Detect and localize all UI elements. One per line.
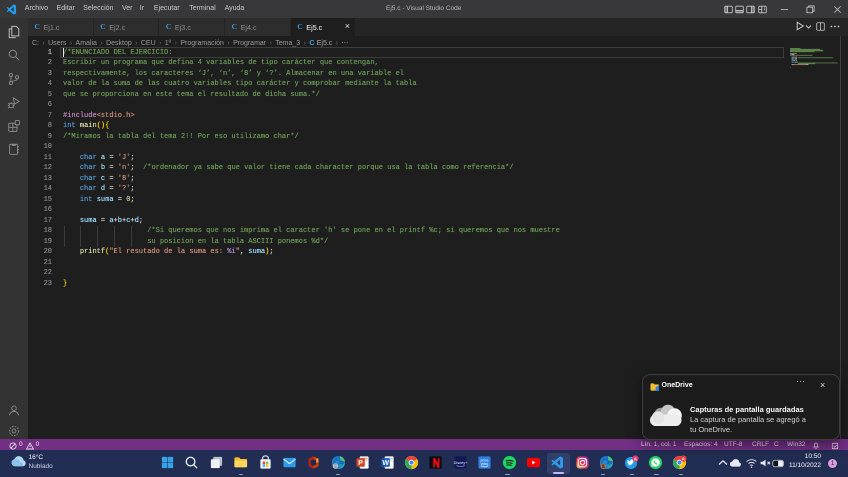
- svg-text:W: W: [382, 460, 389, 467]
- svg-text:Disney+: Disney+: [453, 461, 467, 465]
- svg-text:P: P: [358, 460, 363, 467]
- svg-text:A: A: [682, 457, 686, 463]
- svg-text:A: A: [633, 457, 637, 463]
- svg-text:video: video: [481, 462, 489, 466]
